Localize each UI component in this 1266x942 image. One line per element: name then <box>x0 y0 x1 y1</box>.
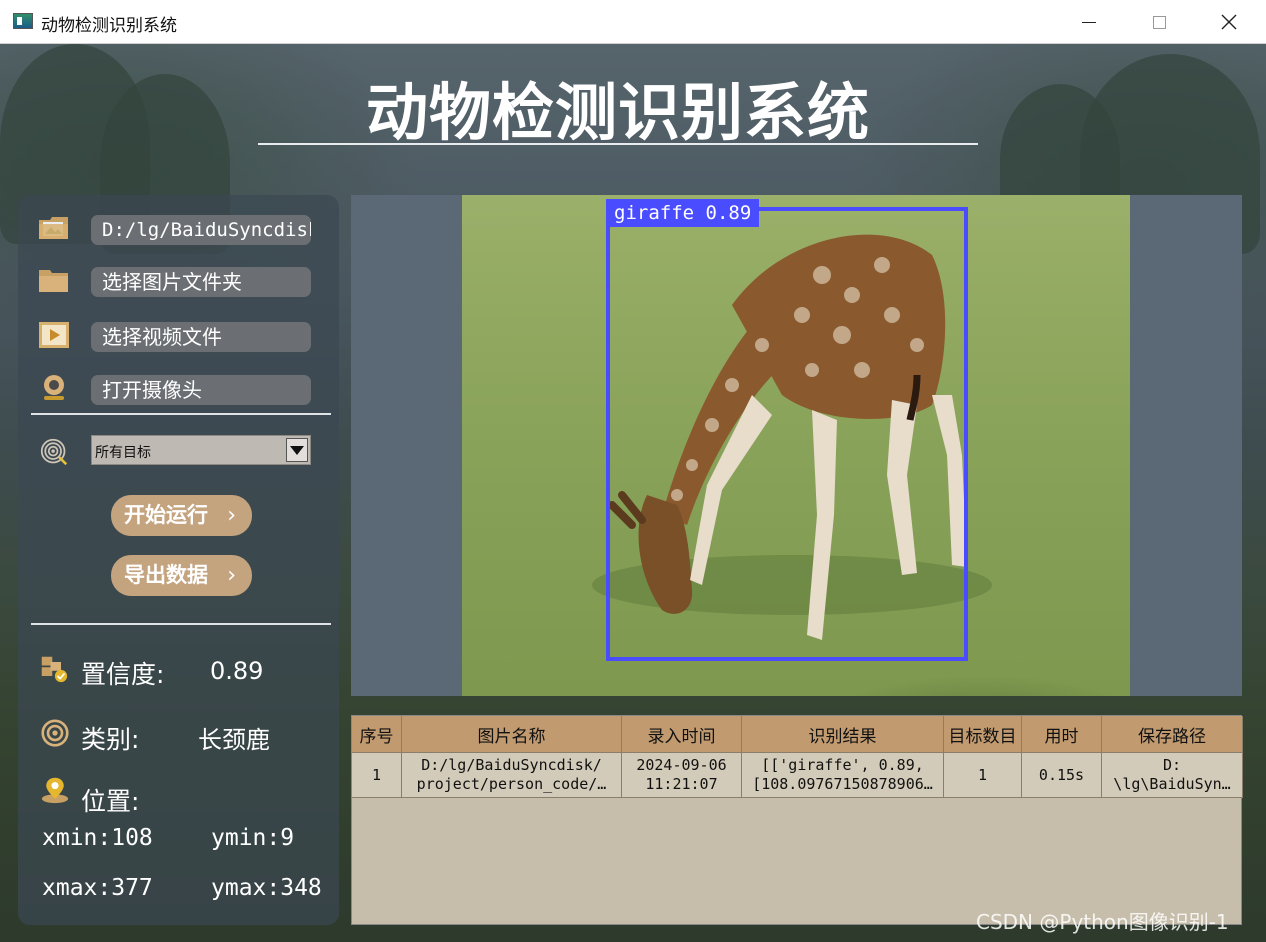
confidence-label: 置信度: <box>81 660 165 689</box>
export-data-button[interactable]: 导出数据 › <box>111 555 252 596</box>
table-cell-time[interactable]: 2024-09-06 11:21:07 <box>622 753 742 798</box>
path-field[interactable]: D:/lg/BaiduSyncdisk <box>91 215 311 245</box>
panel-divider-2 <box>31 623 331 625</box>
table-cell-result[interactable]: [['giraffe', 0.89, [108.09767150878906… <box>742 753 944 798</box>
class-value: 长颈鹿 <box>198 726 270 754</box>
page-title: 动物检测识别系统 <box>365 76 870 149</box>
location-pin-icon <box>41 777 69 804</box>
table-cell-duration[interactable]: 0.15s <box>1022 753 1102 798</box>
start-run-button[interactable]: 开始运行 › <box>111 495 252 536</box>
column-header-count[interactable]: 目标数目 <box>944 716 1022 753</box>
confidence-icon <box>41 656 68 683</box>
column-header-result[interactable]: 识别结果 <box>742 716 944 753</box>
class-label: 类别: <box>81 725 140 754</box>
chevron-right-icon: › <box>227 503 236 528</box>
folder-icon <box>39 270 68 292</box>
chevron-down-icon[interactable] <box>286 438 308 462</box>
column-header-duration[interactable]: 用时 <box>1022 716 1102 753</box>
start-run-label: 开始运行 <box>124 503 208 527</box>
minimize-icon <box>1082 21 1096 23</box>
open-camera-button[interactable]: 打开摄像头 <box>91 375 311 405</box>
column-header-save-path[interactable]: 保存路径 <box>1102 716 1243 753</box>
position-label: 位置: <box>81 787 140 816</box>
video-file-icon <box>39 322 69 348</box>
minimize-button[interactable] <box>1066 0 1112 44</box>
close-button[interactable] <box>1206 0 1252 44</box>
ymin-value: ymin:9 <box>211 825 295 851</box>
image-folder-icon <box>39 217 68 239</box>
maximize-icon <box>1152 15 1166 29</box>
maximize-button[interactable] <box>1136 0 1182 44</box>
window-titlebar: 动物检测识别系统 <box>0 0 1266 44</box>
results-table: 序号 图片名称 录入时间 识别结果 目标数目 用时 保存路径 1 D:/lg/B… <box>351 715 1243 925</box>
column-header-index[interactable]: 序号 <box>352 716 402 753</box>
webcam-icon <box>44 375 64 400</box>
target-select[interactable]: 所有目标 <box>91 435 311 465</box>
watermark: CSDN @Python图像识别-1 <box>976 910 1229 934</box>
table-cell-image-name[interactable]: D:/lg/BaiduSyncdisk/project/person_code/… <box>402 753 622 798</box>
table-cell-save-path[interactable]: D: \lg\BaiduSyn… <box>1102 753 1243 798</box>
title-divider <box>258 143 978 145</box>
select-image-folder-button[interactable]: 选择图片文件夹 <box>91 267 311 297</box>
chevron-right-icon: › <box>227 563 236 588</box>
panel-divider-1 <box>31 413 331 415</box>
table-cell-index[interactable]: 1 <box>352 753 402 798</box>
select-video-button[interactable]: 选择视频文件 <box>91 322 311 352</box>
ymax-value: ymax:348 <box>211 875 322 901</box>
window-title: 动物检测识别系统 <box>41 16 177 36</box>
detection-bounding-box <box>606 207 968 661</box>
column-header-image-name[interactable]: 图片名称 <box>402 716 622 753</box>
xmax-value: xmax:377 <box>42 875 153 901</box>
column-header-time[interactable]: 录入时间 <box>622 716 742 753</box>
xmin-value: xmin:108 <box>42 825 153 851</box>
export-data-label: 导出数据 <box>124 563 208 587</box>
table-cell-count[interactable]: 1 <box>944 753 1022 798</box>
close-icon <box>1221 14 1237 30</box>
detection-label: giraffe 0.89 <box>606 199 760 227</box>
app-icon <box>13 13 33 29</box>
target-icon <box>40 438 68 466</box>
target-select-value: 所有目标 <box>95 445 151 461</box>
class-target-icon <box>41 719 69 747</box>
confidence-value: 0.89 <box>210 657 264 685</box>
